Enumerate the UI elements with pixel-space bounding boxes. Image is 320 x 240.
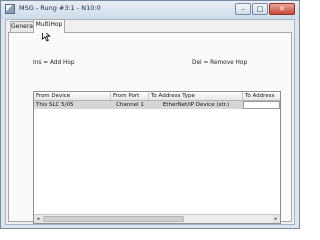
column-header-to-address-type[interactable]: To Address Type — [149, 92, 243, 100]
hop-table[interactable]: From Device From Port To Address Type To… — [33, 91, 281, 224]
dialog-client-area: General MultiHop Ins = Add Hop Del = Rem… — [5, 19, 295, 225]
column-header-from-port[interactable]: From Port — [111, 92, 149, 100]
close-button[interactable]: ✕ — [269, 3, 295, 15]
tab-multihop[interactable]: MultiHop — [33, 19, 65, 33]
minimize-button[interactable]: – — [235, 3, 251, 15]
cell-to-address[interactable] — [243, 101, 280, 109]
title-bar[interactable]: MSG - Rung #3:1 - N10:0 – □ ✕ — [1, 1, 299, 19]
minimize-icon: – — [241, 5, 245, 13]
maximize-icon: □ — [256, 5, 264, 13]
app-icon — [5, 4, 15, 14]
close-icon: ✕ — [279, 5, 285, 13]
column-header-to-address[interactable]: To Address — [243, 92, 280, 100]
window-title: MSG - Rung #3:1 - N10:0 — [19, 4, 101, 12]
tab-general[interactable]: General — [10, 21, 35, 32]
cell-from-device[interactable]: This SLC 5/05 — [34, 101, 111, 109]
message-dialog-window: MSG - Rung #3:1 - N10:0 – □ ✕ General Mu… — [0, 0, 300, 229]
table-row[interactable]: This SLC 5/05 Channel 1 EtherNet/IP Devi… — [34, 101, 280, 109]
scrollbar-thumb[interactable] — [43, 216, 184, 222]
add-hop-hint[interactable]: Ins = Add Hop — [33, 60, 75, 66]
scroll-left-icon[interactable]: ◂ — [34, 215, 42, 223]
cell-from-port[interactable]: Channel 1 — [111, 101, 149, 109]
maximize-button[interactable]: □ — [252, 3, 268, 15]
scroll-right-icon[interactable]: ▸ — [272, 215, 280, 223]
column-header-from-device[interactable]: From Device — [34, 92, 111, 100]
remove-hop-hint[interactable]: Del = Remove Hop — [192, 60, 247, 66]
horizontal-scrollbar[interactable]: ◂ ▸ — [34, 214, 280, 223]
multihop-panel: Ins = Add Hop Del = Remove Hop From Devi… — [8, 32, 292, 224]
table-header: From Device From Port To Address Type To… — [34, 92, 280, 101]
cell-to-address-type[interactable]: EtherNet/IP Device (str.) — [149, 101, 243, 109]
